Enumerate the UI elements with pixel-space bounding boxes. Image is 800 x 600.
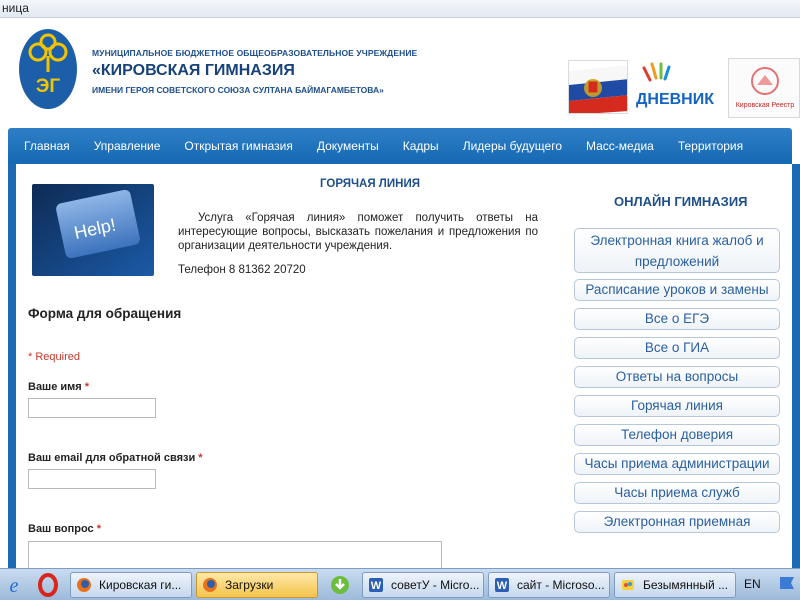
internet-explorer-icon[interactable]: e xyxy=(2,573,26,597)
nav-item-management[interactable]: Управление xyxy=(94,139,161,153)
sidebar-complaints-book[interactable]: Электронная книга жалоб и предложений xyxy=(574,228,780,273)
nav-item-mass-media[interactable]: Масс-медиа xyxy=(586,139,654,153)
question-label-text: Ваш вопрос xyxy=(28,523,94,535)
task-label: советУ - Micro... xyxy=(391,578,480,592)
sidebar-gia[interactable]: Все о ГИА xyxy=(574,337,780,359)
nav-item-open-gymnasium[interactable]: Открытая гимназия xyxy=(184,139,292,153)
sidebar-ege[interactable]: Все о ЕГЭ xyxy=(574,308,780,330)
name-field-label: Ваше имя * xyxy=(28,381,89,393)
org-name: «КИРОВСКАЯ ГИМНАЗИЯ xyxy=(92,62,295,79)
org-type: МУНИЦИПАЛЬНОЕ БЮДЖЕТНОЕ ОБЩЕОБРАЗОВАТЕЛЬ… xyxy=(92,48,418,58)
task-label: Загрузки xyxy=(225,578,274,592)
diary-logo[interactable]: ДНЕВНИК xyxy=(632,62,724,114)
question-field-label: Ваш вопрос * xyxy=(28,523,101,535)
task-label: Кировская ги... xyxy=(99,578,182,592)
logo-text: ЭГ xyxy=(36,76,61,97)
word-icon: W xyxy=(369,578,383,592)
nav-item-home[interactable]: Главная xyxy=(24,139,70,153)
hotline-title: ГОРЯЧАЯ ЛИНИЯ xyxy=(320,178,420,190)
org-subtitle: ИМЕНИ ГЕРОЯ СОВЕТСКОГО СОЮЗА СУЛТАНА БАЙ… xyxy=(92,85,384,95)
required-star: * xyxy=(84,381,90,393)
nav-item-staff[interactable]: Кадры xyxy=(403,139,439,153)
hotline-phone: Телефон 8 81362 20720 xyxy=(178,264,306,276)
task-label: Безымянный ... xyxy=(643,578,729,592)
task-word-sovet[interactable]: W советУ - Micro... xyxy=(362,572,484,598)
sidebar-services-hours[interactable]: Часы приема служб xyxy=(574,482,780,504)
window-title-bar: ница xyxy=(0,0,800,18)
online-gymnasium-title: ОНЛАЙН ГИМНАЗИЯ xyxy=(614,194,748,209)
word-icon: W xyxy=(495,578,509,592)
required-star: * xyxy=(198,452,203,464)
question-textarea[interactable] xyxy=(28,541,442,568)
task-label: сайт - Microso... xyxy=(517,578,605,592)
task-word-site[interactable]: W сайт - Microso... xyxy=(488,572,610,598)
required-note: * Required xyxy=(28,351,80,363)
svg-text:e: e xyxy=(10,575,19,597)
svg-text:W: W xyxy=(497,580,508,592)
hotline-description: Услуга «Горячая линия» поможет получить … xyxy=(178,212,538,252)
form-title: Форма для обращения xyxy=(28,306,182,321)
registry-logo[interactable]: Кировская Реестр xyxy=(728,58,800,118)
task-browser[interactable]: Кировская ги... xyxy=(70,572,192,598)
window-title: ница xyxy=(2,1,29,15)
diary-logo-text: ДНЕВНИК xyxy=(636,91,714,108)
task-downloads[interactable]: Загрузки xyxy=(196,572,318,598)
sidebar-admin-hours[interactable]: Часы приема администрации xyxy=(574,453,780,475)
name-input[interactable] xyxy=(28,398,156,418)
flag-icon xyxy=(569,65,627,113)
sidebar-e-reception[interactable]: Электронная приемная xyxy=(574,511,780,533)
nav-item-territory[interactable]: Территория xyxy=(678,139,743,153)
sidebar-hotline[interactable]: Горячая линия xyxy=(574,395,780,417)
registry-icon: Кировская Реестр xyxy=(736,67,795,109)
help-key-image: Help! xyxy=(32,184,154,276)
language-indicator[interactable]: EN xyxy=(744,577,761,591)
web-page: ЭГ МУНИЦИПАЛЬНОЕ БЮДЖЕТНОЕ ОБЩЕОБРАЗОВАТ… xyxy=(0,18,800,568)
email-label-text: Ваш email для обратной связи xyxy=(28,452,196,464)
opera-icon[interactable] xyxy=(36,573,60,597)
content-frame-right xyxy=(792,164,800,568)
content-frame-left xyxy=(8,164,16,568)
tray-flag-icon[interactable] xyxy=(776,573,798,597)
firefox-icon xyxy=(77,578,91,592)
sidebar-schedule[interactable]: Расписание уроков и замены xyxy=(574,279,780,301)
registry-logo-text: Кировская Реестр xyxy=(736,102,795,109)
paint-icon xyxy=(622,580,634,590)
sidebar-trust-phone[interactable]: Телефон доверия xyxy=(574,424,780,446)
task-paint[interactable]: Безымянный ... xyxy=(614,572,736,598)
email-input[interactable] xyxy=(28,469,156,489)
required-star: * xyxy=(96,523,102,535)
firefox-icon xyxy=(203,578,217,592)
nav-item-documents[interactable]: Документы xyxy=(317,139,379,153)
torrent-icon[interactable] xyxy=(328,573,352,597)
state-flag-banner[interactable] xyxy=(568,60,628,114)
nav-item-future-leaders[interactable]: Лидеры будущего xyxy=(463,139,562,153)
main-nav: Главная Управление Открытая гимназия Док… xyxy=(8,128,792,164)
taskbar: e Кировская ги... Загрузки W советУ - Mi… xyxy=(0,568,800,600)
name-label-text: Ваше имя xyxy=(28,381,82,393)
gymnasium-logo: ЭГ xyxy=(19,29,77,109)
email-field-label: Ваш email для обратной связи * xyxy=(28,452,203,464)
svg-text:W: W xyxy=(371,580,382,592)
sidebar-answers[interactable]: Ответы на вопросы xyxy=(574,366,780,388)
